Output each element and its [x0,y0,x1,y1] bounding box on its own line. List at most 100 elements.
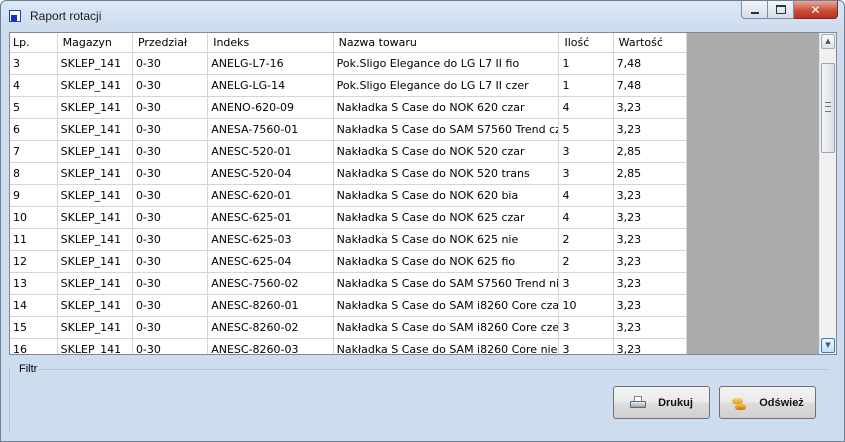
rotation-data-grid[interactable]: Lp. Magazyn Przedział Indeks Nazwa towar… [9,32,837,355]
cell-wartosc[interactable]: 3,23 [613,206,688,229]
cell-przedzial[interactable]: 0-30 [132,140,209,163]
cell-ilosc[interactable]: 4 [558,96,614,119]
cell-nazwa-towaru[interactable]: Nakładka S Case do NOK 520 czar [333,140,560,163]
cell-magazyn[interactable]: SKLEP_141 [57,118,133,141]
cell-wartosc[interactable]: 3,23 [613,96,688,119]
table-row[interactable]: 11 SKLEP_141 0-30 ANESC-625-03 Nakładka S Ca… [10,228,688,251]
cell-wartosc[interactable]: 2,85 [613,162,688,185]
cell-nazwa-towaru[interactable]: Nakładka S Case do NOK 520 trans [333,162,560,185]
cell-wartosc[interactable]: 7,48 [613,52,688,75]
cell-nazwa-towaru[interactable]: Nakładka S Case do SAM i8260 Core czer [333,316,560,339]
cell-nazwa-towaru[interactable]: Nakładka S Case do SAM S7560 Trend czar [333,118,560,141]
cell-magazyn[interactable]: SKLEP_141 [57,228,133,251]
cell-indeks[interactable]: ANESC-520-01 [207,140,334,163]
cell-lp[interactable]: 7 [10,140,58,163]
table-row[interactable]: 3 SKLEP_141 0-30 ANELG-L7-16 Pok.Sligo Elega… [10,52,688,75]
column-header-indeks[interactable]: Indeks [207,33,334,53]
cell-indeks[interactable]: ANELG-LG-14 [207,74,334,97]
table-row[interactable]: 14 SKLEP_141 0-30 ANESC-8260-01 Nakładka S C… [10,294,688,317]
cell-magazyn[interactable]: SKLEP_141 [57,96,133,119]
cell-przedzial[interactable]: 0-30 [132,96,209,119]
cell-wartosc[interactable]: 3,23 [613,250,688,273]
column-header-lp[interactable]: Lp. [10,33,58,53]
cell-magazyn[interactable]: SKLEP_141 [57,206,133,229]
cell-lp[interactable]: 10 [10,206,58,229]
scroll-down-button[interactable]: ▼ [821,338,835,353]
cell-magazyn[interactable]: SKLEP_141 [57,272,133,295]
cell-ilosc[interactable]: 2 [558,228,614,251]
cell-lp[interactable]: 12 [10,250,58,273]
cell-indeks[interactable]: ANESC-520-04 [207,162,334,185]
maximize-button[interactable] [768,1,794,19]
cell-przedzial[interactable]: 0-30 [132,118,209,141]
cell-nazwa-towaru[interactable]: Nakładka S Case do SAM S7560 Trend nie [333,272,560,295]
cell-indeks[interactable]: ANESC-620-01 [207,184,334,207]
cell-nazwa-towaru[interactable]: Nakładka S Case do SAM i8260 Core czar [333,294,560,317]
cell-ilosc[interactable]: 10 [558,294,614,317]
scroll-up-button[interactable]: ▲ [821,34,835,49]
cell-magazyn[interactable]: SKLEP_141 [57,250,133,273]
cell-indeks[interactable]: ANESC-625-01 [207,206,334,229]
cell-przedzial[interactable]: 0-30 [132,228,209,251]
cell-lp[interactable]: 6 [10,118,58,141]
column-header-magazyn[interactable]: Magazyn [57,33,133,53]
cell-nazwa-towaru[interactable]: Nakładka S Case do NOK 625 fio [333,250,560,273]
cell-przedzial[interactable]: 0-30 [132,52,209,75]
cell-indeks[interactable]: ANESC-625-04 [207,250,334,273]
cell-przedzial[interactable]: 0-30 [132,316,209,339]
cell-wartosc[interactable]: 3,23 [613,272,688,295]
table-row[interactable]: 16 SKLEP_141 0-30 ANESC-8260-03 Nakładka S C… [10,338,688,354]
cell-ilosc[interactable]: 3 [558,338,614,354]
cell-ilosc[interactable]: 2 [558,250,614,273]
cell-ilosc[interactable]: 4 [558,206,614,229]
cell-indeks[interactable]: ANESC-625-03 [207,228,334,251]
cell-lp[interactable]: 15 [10,316,58,339]
cell-przedzial[interactable]: 0-30 [132,250,209,273]
cell-lp[interactable]: 13 [10,272,58,295]
cell-lp[interactable]: 16 [10,338,58,354]
cell-ilosc[interactable]: 5 [558,118,614,141]
cell-magazyn[interactable]: SKLEP_141 [57,294,133,317]
table-row[interactable]: 13 SKLEP_141 0-30 ANESC-7560-02 Nakładka S C… [10,272,688,295]
cell-magazyn[interactable]: SKLEP_141 [57,74,133,97]
cell-indeks[interactable]: ANESC-8260-02 [207,316,334,339]
cell-wartosc[interactable]: 3,23 [613,184,688,207]
column-header-wartosc[interactable]: Wartość [613,33,688,53]
cell-indeks[interactable]: ANESC-8260-03 [207,338,334,354]
cell-wartosc[interactable]: 3,23 [613,338,688,354]
cell-lp[interactable]: 3 [10,52,58,75]
cell-przedzial[interactable]: 0-30 [132,184,209,207]
app-icon[interactable] [9,10,21,22]
cell-wartosc[interactable]: 7,48 [613,74,688,97]
cell-indeks[interactable]: ANENO-620-09 [207,96,334,119]
cell-nazwa-towaru[interactable]: Nakładka S Case do NOK 620 bia [333,184,560,207]
cell-wartosc[interactable]: 3,23 [613,316,688,339]
cell-lp[interactable]: 9 [10,184,58,207]
cell-magazyn[interactable]: SKLEP_141 [57,52,133,75]
cell-wartosc[interactable]: 2,85 [613,140,688,163]
cell-ilosc[interactable]: 1 [558,52,614,75]
scroll-thumb[interactable] [821,63,835,153]
cell-magazyn[interactable]: SKLEP_141 [57,140,133,163]
title-bar[interactable]: Raport rotacji ✕ [1,1,844,30]
cell-wartosc[interactable]: 3,23 [613,294,688,317]
cell-wartosc[interactable]: 3,23 [613,118,688,141]
cell-magazyn[interactable]: SKLEP_141 [57,316,133,339]
cell-ilosc[interactable]: 3 [558,140,614,163]
close-button[interactable]: ✕ [794,1,838,19]
cell-magazyn[interactable]: SKLEP_141 [57,162,133,185]
cell-ilosc[interactable]: 1 [558,74,614,97]
cell-magazyn[interactable]: SKLEP_141 [57,338,133,354]
cell-indeks[interactable]: ANESC-8260-01 [207,294,334,317]
cell-przedzial[interactable]: 0-30 [132,206,209,229]
cell-ilosc[interactable]: 3 [558,272,614,295]
column-header-przedzial[interactable]: Przedział [132,33,209,53]
cell-lp[interactable]: 14 [10,294,58,317]
cell-indeks[interactable]: ANESC-7560-02 [207,272,334,295]
table-row[interactable]: 4 SKLEP_141 0-30 ANELG-LG-14 Pok.Sligo Elega… [10,74,688,97]
table-row[interactable]: 15 SKLEP_141 0-30 ANESC-8260-02 Nakładka S C… [10,316,688,339]
cell-nazwa-towaru[interactable]: Nakładka S Case do NOK 620 czar [333,96,560,119]
vertical-scrollbar[interactable]: ▲ ▼ [819,33,836,354]
cell-przedzial[interactable]: 0-30 [132,162,209,185]
print-button[interactable]: Drukuj [613,386,710,419]
